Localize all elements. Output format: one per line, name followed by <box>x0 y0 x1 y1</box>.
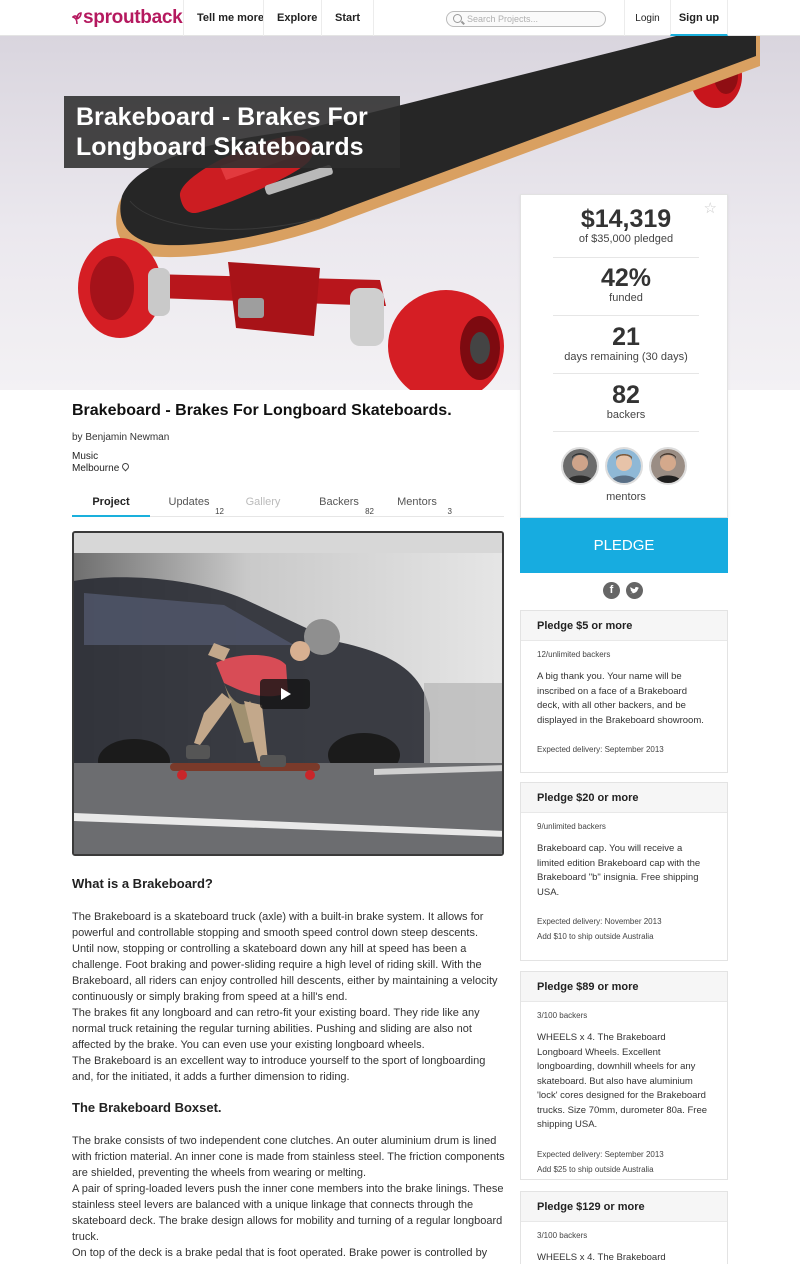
reward-title: Pledge $5 or more <box>521 611 727 641</box>
reward-description: WHEELS x 4. The Brakeboard Longboard Whe… <box>537 1032 708 1130</box>
paragraph: The brake consists of two independent co… <box>72 1135 505 1179</box>
facebook-icon[interactable]: f <box>603 582 620 599</box>
section-heading: What is a Brakeboard? <box>72 876 213 891</box>
reward-backers: 9/unlimited backers <box>537 822 606 831</box>
reward-backers: 3/100 backers <box>537 1231 588 1240</box>
sprout-icon <box>72 12 82 24</box>
signup-link[interactable]: Sign up <box>670 0 728 36</box>
tab-count: 3 <box>447 507 452 516</box>
reward-description: Brakeboard cap. You will receive a limit… <box>537 843 701 898</box>
project-location[interactable]: Melbourne <box>72 461 131 474</box>
pledged-label: of $35,000 pledged <box>578 233 674 245</box>
paragraph: Until now, stopping or controlling a ska… <box>72 943 498 1003</box>
paragraph: A pair of spring-loaded levers push the … <box>72 1183 504 1243</box>
tab-label: Mentors <box>397 496 437 508</box>
login-link[interactable]: Login <box>624 0 670 36</box>
stat-backers: 82 backers <box>553 381 699 421</box>
backers-count: 82 <box>612 381 640 409</box>
tab-label: Updates <box>168 496 210 508</box>
tab-project[interactable]: Project <box>72 486 150 517</box>
reward-card[interactable]: Pledge $20 or more 9/unlimited backers B… <box>520 782 728 961</box>
pledged-amount: $14,319 <box>580 205 672 233</box>
reward-title: Pledge $89 or more <box>521 972 727 1002</box>
mentor-avatars <box>561 447 691 487</box>
top-nav: sproutback Tell me more Explore Start Lo… <box>0 0 800 36</box>
reward-backers: 3/100 backers <box>537 1011 588 1020</box>
paragraph: On top of the deck is a brake pedal that… <box>72 1247 488 1259</box>
tab-label: Backers <box>319 496 359 508</box>
project-byline[interactable]: by Benjamin Newman <box>72 432 169 443</box>
reward-title: Pledge $20 or more <box>521 783 727 813</box>
funded-label: funded <box>609 292 643 304</box>
tab-backers[interactable]: Backers 82 <box>300 486 378 517</box>
paragraph: The Brakeboard is an excellent way to in… <box>72 1055 486 1083</box>
twitter-icon[interactable] <box>626 582 643 599</box>
project-tabs: Project Updates 12 Gallery Backers 82 Me… <box>72 486 504 517</box>
hero-title: Brakeboard - Brakes For Longboard Skateb… <box>64 96 400 168</box>
reward-delivery: Expected delivery: September 2013 <box>537 745 664 754</box>
funding-stats-card: ☆ $14,319 of $35,000 pledged 42% funded … <box>520 194 728 518</box>
search-icon <box>453 14 462 23</box>
search-input[interactable] <box>467 13 597 25</box>
play-icon[interactable] <box>260 679 310 709</box>
reward-card[interactable]: Pledge $129 or more 3/100 backers WHEELS… <box>520 1191 728 1264</box>
days-count: 21 <box>612 323 640 351</box>
reward-delivery: Expected delivery: November 2013 <box>537 917 662 926</box>
tab-label: Project <box>92 496 130 508</box>
reward-card[interactable]: Pledge $89 or more 3/100 backers WHEELS … <box>520 971 728 1180</box>
backers-label: backers <box>606 409 646 421</box>
search-box[interactable] <box>446 11 606 27</box>
funded-percent: 42% <box>600 264 652 292</box>
map-pin-icon <box>120 461 131 472</box>
divider <box>553 257 699 258</box>
paragraph: The Brakeboard is a skateboard truck (ax… <box>72 911 484 939</box>
sproutback-logo[interactable]: sproutback <box>72 7 183 29</box>
divider <box>553 373 699 374</box>
reward-description: WHEELS x 4. The Brakeboard Longboard <box>537 1252 666 1263</box>
tab-count: 82 <box>365 507 374 516</box>
pledge-button[interactable]: PLEDGE <box>520 518 728 573</box>
logo-text: sproutback <box>83 7 183 28</box>
tab-mentors[interactable]: Mentors 3 <box>378 486 456 517</box>
project-video[interactable] <box>72 531 504 856</box>
section-heading: The Brakeboard Boxset. <box>72 1100 222 1115</box>
reward-shipping: Add $10 to ship outside Australia <box>537 932 654 941</box>
stat-funded: 42% funded <box>553 264 699 304</box>
reward-card[interactable]: Pledge $5 or more 12/unlimited backers A… <box>520 610 728 773</box>
mentor-avatar[interactable] <box>605 447 643 485</box>
tab-gallery[interactable]: Gallery <box>224 486 302 517</box>
stat-pledged: $14,319 of $35,000 pledged <box>553 205 699 245</box>
mentor-avatar[interactable] <box>649 447 687 485</box>
divider <box>553 431 699 432</box>
tab-count: 12 <box>215 507 224 516</box>
reward-backers: 12/unlimited backers <box>537 650 611 659</box>
reward-delivery: Expected delivery: September 2013 <box>537 1149 664 1159</box>
reward-description: A big thank you. Your name will be inscr… <box>537 671 704 726</box>
location-text: Melbourne <box>72 463 120 474</box>
nav-start[interactable]: Start <box>321 0 375 36</box>
mentor-avatar[interactable] <box>561 447 599 485</box>
project-title: Brakeboard - Brakes For Longboard Skateb… <box>72 402 452 419</box>
divider <box>553 315 699 316</box>
tab-updates[interactable]: Updates 12 <box>150 486 228 517</box>
tab-label: Gallery <box>245 496 281 508</box>
reward-shipping: Add $25 to ship outside Australia <box>537 1164 654 1174</box>
stat-days: 21 days remaining (30 days) <box>553 323 699 363</box>
mentors-label: mentors <box>606 491 646 503</box>
star-icon[interactable]: ☆ <box>704 199 717 217</box>
reward-title: Pledge $129 or more <box>521 1192 727 1222</box>
project-category[interactable]: Music <box>72 451 98 462</box>
paragraph: The brakes fit any longboard and can ret… <box>72 1007 480 1051</box>
days-label: days remaining (30 days) <box>564 351 688 363</box>
